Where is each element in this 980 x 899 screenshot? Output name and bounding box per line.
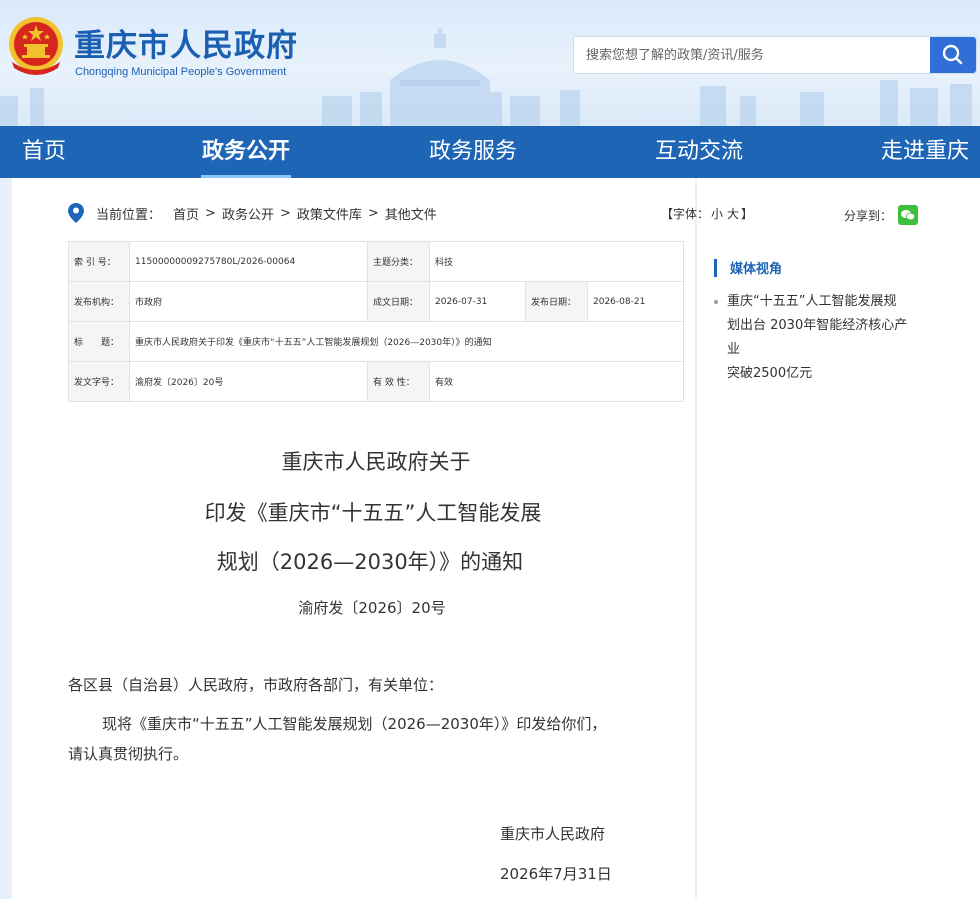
document-number: 渝府发〔2026〕20号 [298, 599, 446, 617]
font-size-control: 【字体：小大】 [661, 205, 753, 222]
sidebar-news-line: 重庆“十五五”人工智能发展规 [727, 294, 897, 309]
site-header: 重庆市人民政府 Chongqing Municipal People's Gov… [0, 0, 980, 126]
nav-item-home[interactable]: 首页 [0, 126, 88, 178]
sidebar-panel [697, 178, 980, 899]
site-subtitle: Chongqing Municipal People's Government [75, 66, 287, 78]
search-input[interactable] [574, 37, 929, 73]
breadcrumb-prefix: 当前位置： [96, 207, 162, 223]
national-emblem-icon [9, 17, 63, 75]
document-signature: 重庆市人民政府 [500, 825, 606, 843]
wechat-share-icon[interactable] [898, 205, 919, 225]
font-size-close: 】 [741, 207, 754, 221]
info-topic-value: 科技 [429, 241, 684, 282]
info-docno-value: 渝府发〔2026〕20号 [129, 361, 368, 402]
location-pin-icon [68, 203, 84, 223]
font-size-label: 【字体： [661, 207, 710, 221]
document-title-line: 规划（2026—2030年）》的通知 [216, 550, 524, 574]
breadcrumb-separator: > [279, 205, 291, 221]
document-title-line: 重庆市人民政府关于 [281, 450, 471, 474]
info-created-value: 2026-07-31 [429, 281, 526, 322]
document-salutation: 各区县（自治县）人民政府，市政府各部门，有关单位： [68, 676, 444, 694]
site-title[interactable]: 重庆市人民政府 [74, 20, 298, 65]
document-info-table: 索 引 号： 11500000009275780L/2026-00064 主题分… [68, 241, 684, 402]
document-title-line: 印发《重庆市“十五五”人工智能发展 [204, 501, 542, 525]
document-date: 2026年7月31日 [500, 865, 612, 883]
info-title-label: 标 题： [68, 321, 130, 362]
nav-item-government-affairs[interactable]: 政务公开 [201, 126, 291, 178]
share-label: 分享到： [844, 208, 893, 223]
info-issuer-value: 市政府 [129, 281, 368, 322]
bullet-dot-icon [714, 300, 718, 304]
font-size-small-button[interactable]: 小 [711, 207, 723, 221]
info-published-label: 发布日期： [525, 281, 588, 322]
sidebar-news-item[interactable]: 重庆“十五五”人工智能发展规 划出台 2030年智能经济核心产业 突破2500亿… [714, 290, 919, 386]
search-box [573, 36, 977, 74]
sidebar-news-line: 突破2500亿元 [727, 366, 813, 381]
document-body-line: 请认真贯彻执行。 [68, 745, 189, 763]
breadcrumb-item-other-files[interactable]: 其他文件 [385, 204, 437, 223]
nav-item-about-chongqing[interactable]: 走进重庆 [878, 126, 972, 178]
sidebar-news-line: 划出台 2030年智能经济核心产业 [727, 318, 908, 357]
info-docno-label: 发文字号： [68, 361, 130, 402]
nav-item-interaction[interactable]: 互动交流 [653, 126, 745, 178]
breadcrumb-separator: > [367, 205, 379, 221]
info-validity-value: 有效 [429, 361, 684, 402]
info-index-label: 索 引 号： [68, 241, 130, 282]
breadcrumb-item-home[interactable]: 首页 [173, 204, 199, 223]
sidebar-section-title: 媒体视角 [714, 258, 782, 277]
breadcrumb: 当前位置： 首页 > 政务公开 > 政策文件库 > 其他文件 [68, 202, 437, 224]
info-title-value: 重庆市人民政府关于印发《重庆市“十五五”人工智能发展规划（2026—2030年）… [129, 321, 684, 362]
font-size-large-button[interactable]: 大 [727, 207, 739, 221]
search-icon [942, 44, 963, 65]
search-button[interactable] [930, 37, 976, 73]
breadcrumb-item-government-affairs[interactable]: 政务公开 [222, 204, 274, 223]
share-control: 分享到： [844, 205, 919, 225]
breadcrumb-separator: > [205, 205, 216, 221]
info-validity-label: 有 效 性： [367, 361, 430, 402]
breadcrumb-item-policy-library[interactable]: 政策文件库 [297, 204, 362, 223]
nav-item-government-services[interactable]: 政务服务 [427, 126, 519, 178]
info-topic-label: 主题分类： [367, 241, 430, 282]
info-issuer-label: 发布机构： [68, 281, 130, 322]
info-created-label: 成文日期： [367, 281, 430, 322]
document-body-line: 现将《重庆市“十五五”人工智能发展规划（2026—2030年）》印发给你们， [102, 715, 607, 733]
info-published-value: 2026-08-21 [587, 281, 684, 322]
info-index-value: 11500000009275780L/2026-00064 [129, 241, 368, 282]
main-nav: 首页 政务公开 政务服务 互动交流 走进重庆 [0, 126, 980, 178]
